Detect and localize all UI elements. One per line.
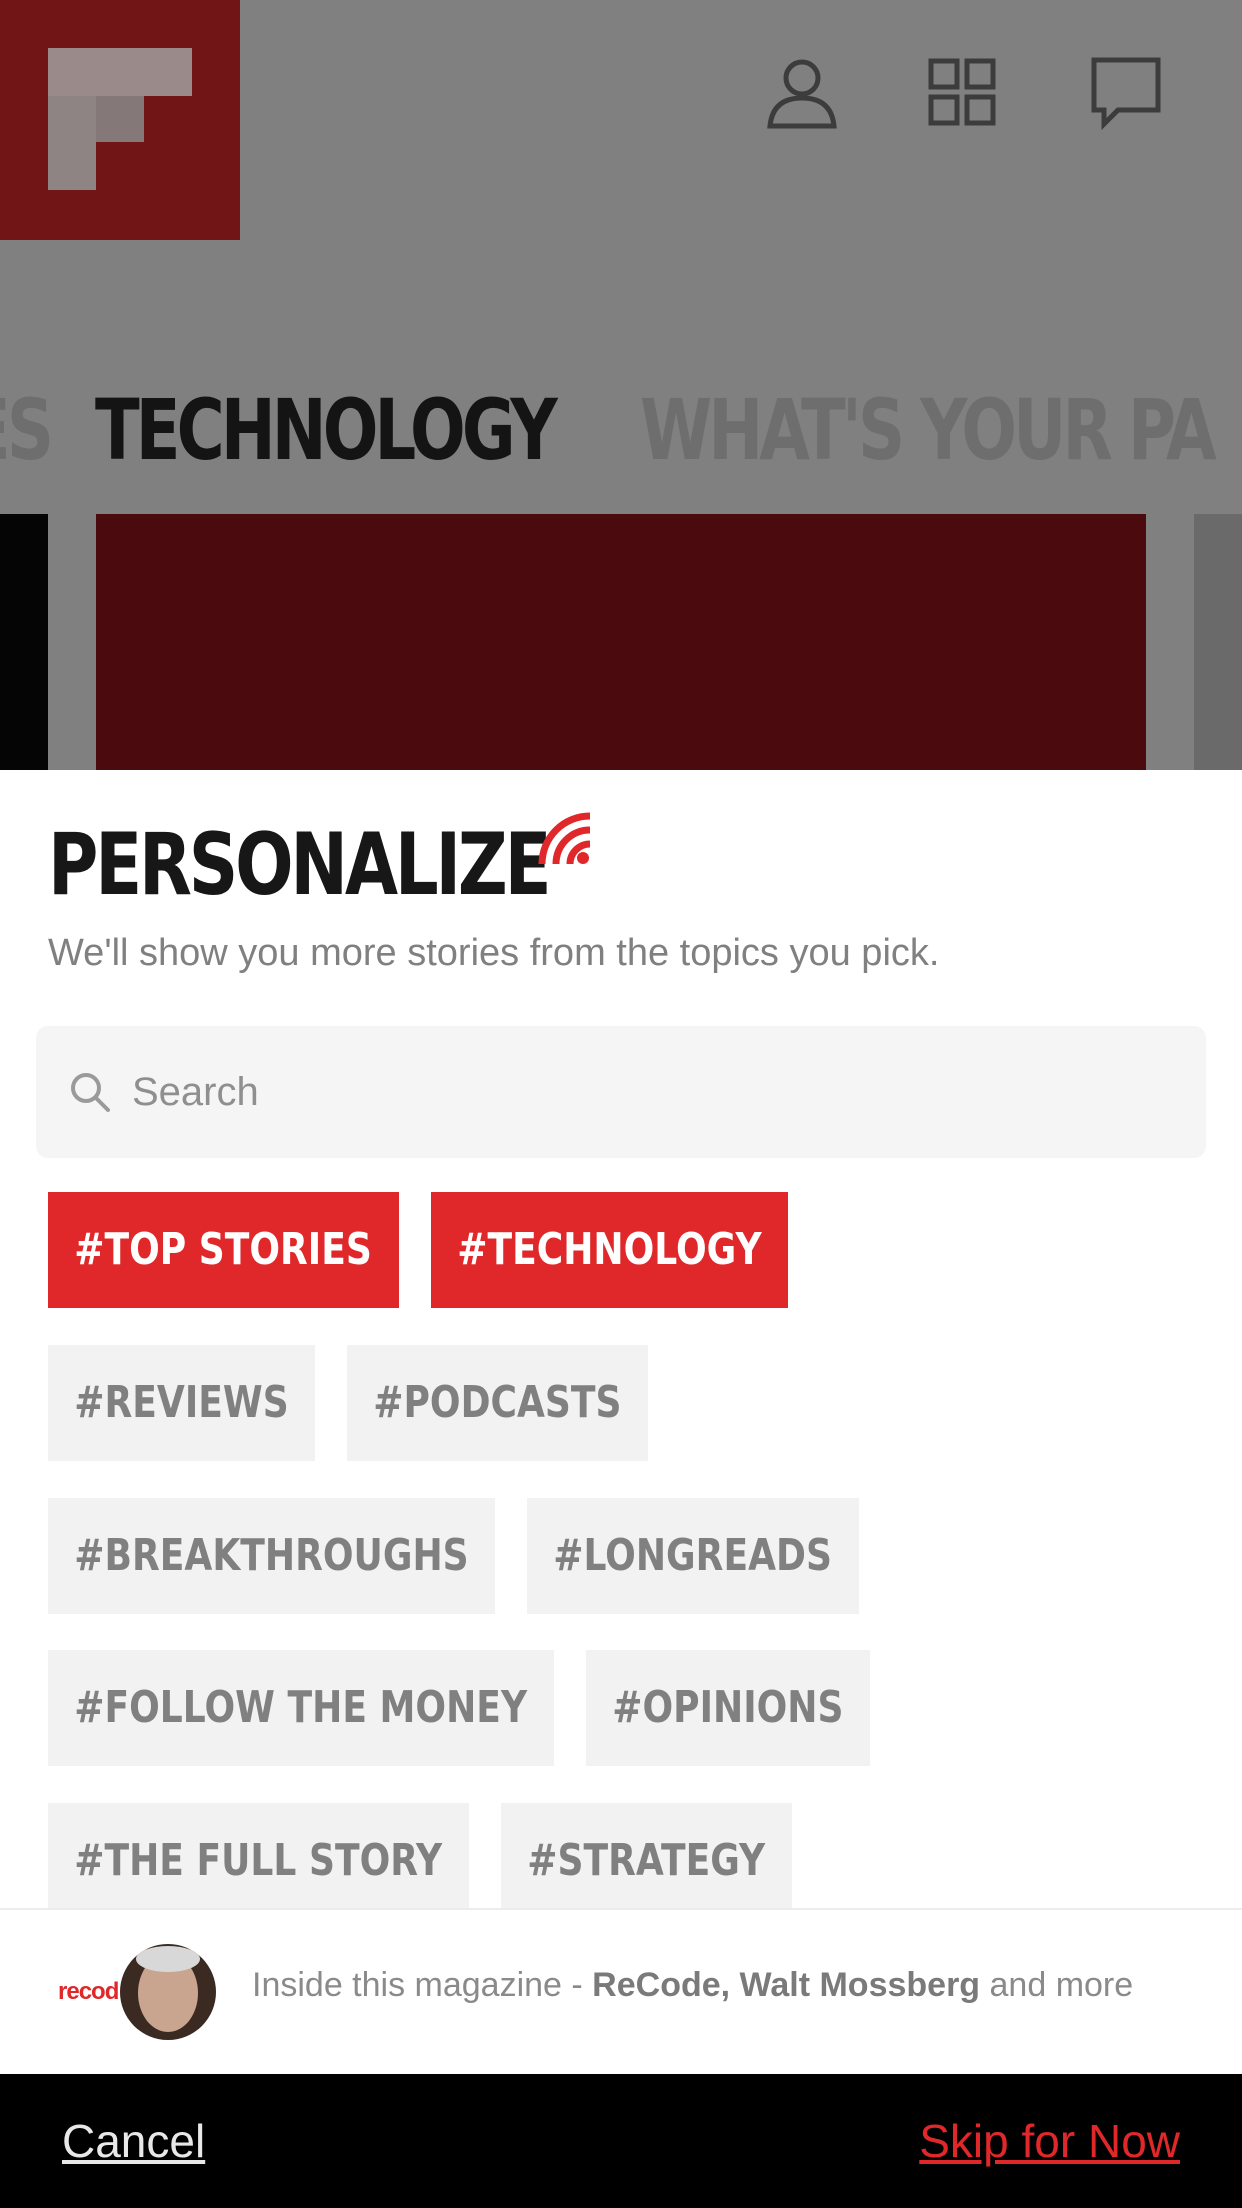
tag-row: #TOP STORIES #TECHNOLOGY bbox=[48, 1192, 820, 1308]
avatar bbox=[120, 1944, 216, 2040]
section-tabs: ES TECHNOLOGY WHAT'S YOUR PA bbox=[0, 375, 1242, 485]
magazine-prefix: Inside this magazine - bbox=[252, 1966, 593, 2004]
magazine-sources: ReCode, Walt Mossberg bbox=[592, 1966, 981, 2004]
tag-row: #REVIEWS #PODCASTS bbox=[48, 1345, 680, 1461]
tag-label: #TOP STORIES bbox=[74, 1224, 372, 1275]
tag-label: #PODCASTS bbox=[373, 1377, 622, 1428]
search-placeholder: Search bbox=[132, 1070, 259, 1114]
card-previous[interactable] bbox=[0, 514, 48, 770]
cancel-button[interactable]: Cancel bbox=[62, 2114, 205, 2168]
card-current[interactable] bbox=[96, 514, 1146, 770]
recode-logo: recod bbox=[58, 1978, 119, 2005]
topic-tags: #TOP STORIES #TECHNOLOGY #REVIEWS #PODCAST… bbox=[48, 1192, 1208, 1908]
grid-icon[interactable] bbox=[924, 54, 1000, 130]
chat-icon[interactable] bbox=[1088, 54, 1164, 130]
skip-for-now-button[interactable]: Skip for Now bbox=[919, 2114, 1180, 2168]
tab-next[interactable]: WHAT'S YOUR PA bbox=[640, 375, 1217, 485]
magazine-suffix: and more bbox=[980, 1966, 1134, 2004]
profile-icon[interactable] bbox=[764, 54, 840, 130]
tag-label: #LONGREADS bbox=[553, 1530, 832, 1581]
flipboard-logo[interactable] bbox=[0, 0, 240, 240]
personalize-sheet: PERSONALIZE We'll show you more stories … bbox=[0, 770, 1242, 2208]
tab-previous[interactable]: ES bbox=[0, 375, 54, 485]
card-next[interactable] bbox=[1194, 514, 1242, 770]
magazine-description: Inside this magazine - ReCode, Walt Moss… bbox=[252, 1966, 1133, 2005]
search-icon bbox=[71, 1073, 110, 1112]
tag-label: #OPINIONS bbox=[612, 1682, 844, 1733]
tag-top-stories[interactable]: #TOP STORIES bbox=[48, 1192, 399, 1308]
background-app: ES TECHNOLOGY WHAT'S YOUR PA bbox=[0, 0, 1242, 770]
tag-row: #THE FULL STORY #STRATEGY bbox=[48, 1803, 824, 1908]
tag-podcasts[interactable]: #PODCASTS bbox=[347, 1345, 648, 1461]
tag-strategy[interactable]: #STRATEGY bbox=[501, 1803, 792, 1908]
tag-label: #STRATEGY bbox=[527, 1835, 766, 1886]
tab-technology[interactable]: TECHNOLOGY bbox=[95, 375, 558, 485]
tag-label: #FOLLOW THE MONEY bbox=[74, 1682, 528, 1733]
tag-label: #TECHNOLOGY bbox=[457, 1224, 762, 1275]
tag-breakthroughs[interactable]: #BREAKTHROUGHS bbox=[48, 1498, 495, 1614]
tag-row: #BREAKTHROUGHS #LONGREADS bbox=[48, 1498, 891, 1614]
tag-opinions[interactable]: #OPINIONS bbox=[586, 1650, 870, 1766]
footer-bar: Cancel Skip for Now bbox=[0, 2074, 1242, 2208]
tag-label: #BREAKTHROUGHS bbox=[74, 1530, 469, 1581]
magazine-info-bar[interactable]: recod Inside this magazine - ReCode, Wal… bbox=[0, 1908, 1242, 2074]
tag-longreads[interactable]: #LONGREADS bbox=[527, 1498, 859, 1614]
tag-technology[interactable]: #TECHNOLOGY bbox=[431, 1192, 788, 1308]
tag-row: #FOLLOW THE MONEY #OPINIONS bbox=[48, 1650, 902, 1766]
search-input[interactable]: Search bbox=[36, 1026, 1206, 1158]
tag-follow-the-money[interactable]: #FOLLOW THE MONEY bbox=[48, 1650, 554, 1766]
sheet-subtitle: We'll show you more stories from the top… bbox=[48, 932, 940, 974]
tag-the-full-story[interactable]: #THE FULL STORY bbox=[48, 1803, 469, 1908]
tag-reviews[interactable]: #REVIEWS bbox=[48, 1345, 315, 1461]
sheet-title: PERSONALIZE bbox=[48, 815, 552, 915]
rss-icon bbox=[538, 812, 591, 865]
tag-label: #REVIEWS bbox=[74, 1377, 289, 1428]
card-carousel bbox=[0, 514, 1242, 770]
tag-label: #THE FULL STORY bbox=[74, 1835, 443, 1886]
